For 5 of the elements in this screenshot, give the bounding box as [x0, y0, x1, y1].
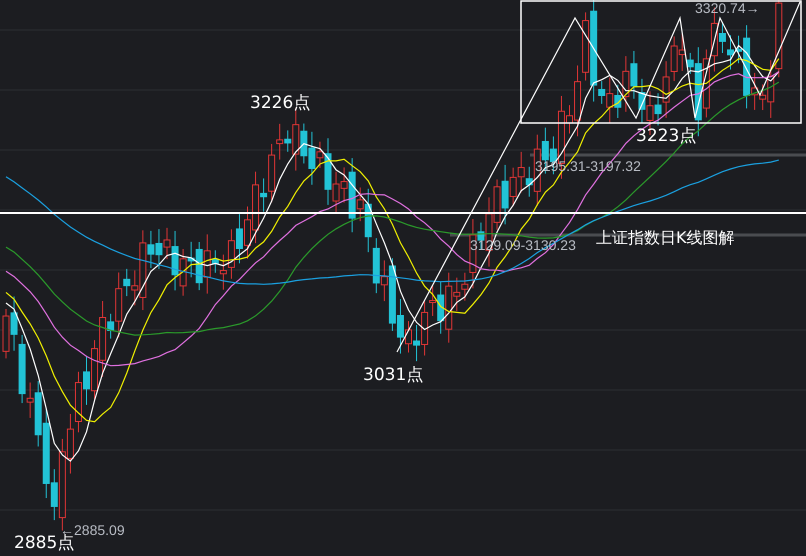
- price-label: 3320.74→: [695, 0, 760, 16]
- point-label: 3031点: [363, 365, 424, 385]
- point-label: 3226点: [250, 93, 310, 113]
- chart-title: 上证指数日K线图解: [596, 228, 734, 247]
- point-label: 2885点: [14, 533, 74, 553]
